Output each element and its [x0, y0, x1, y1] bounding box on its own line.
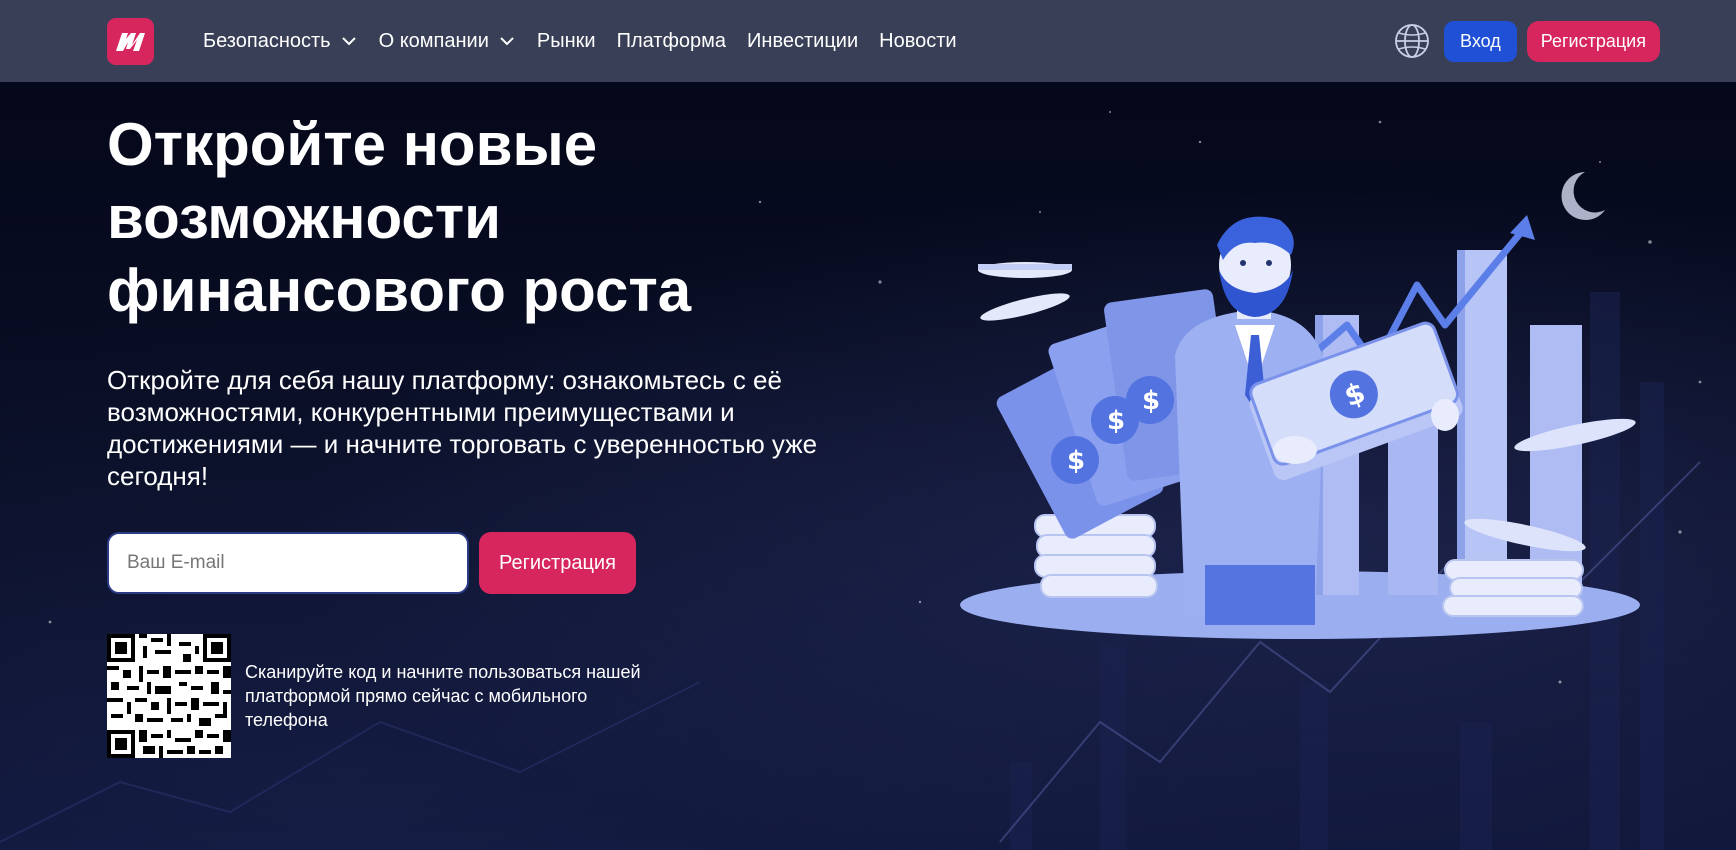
nav-item-label: Инвестиции [747, 29, 859, 52]
nav-item-about[interactable]: О компании [379, 30, 516, 53]
nav-item-label: Рынки [536, 29, 596, 52]
svg-text:$: $ [1142, 386, 1160, 416]
nav-item-markets[interactable]: Рынки [537, 30, 596, 53]
qr-code-icon [107, 634, 231, 758]
hero-register-button[interactable]: Регистрация [479, 532, 636, 594]
brand-logo[interactable] [107, 17, 154, 65]
top-header: Безопасность О компании Рынки Платформа … [0, 0, 1736, 82]
nav-item-news[interactable]: Новости [879, 30, 956, 53]
header-actions: Вход Регистрация [1394, 20, 1660, 62]
hero-title: Откройте новые возможности финансового р… [107, 108, 827, 327]
register-button[interactable]: Регистрация [1526, 20, 1660, 62]
hero-title-line: возможности [107, 184, 502, 251]
nav-item-label: Безопасность [203, 29, 331, 52]
nav-item-label: Новости [879, 29, 957, 52]
nav-item-label: О компании [378, 29, 489, 52]
qr-block: Сканируйте код и начните пользоваться на… [107, 634, 645, 758]
chevron-down-icon [341, 36, 357, 46]
svg-text:$: $ [1107, 406, 1125, 436]
hero-title-line: Откройте новые [107, 111, 598, 178]
hero-title-line: финансового роста [107, 257, 692, 324]
main-nav: Безопасность О компании Рынки Платформа … [203, 30, 978, 53]
email-field[interactable] [107, 532, 469, 594]
hero-subtitle: Откройте для себя нашу платформу: ознако… [107, 365, 818, 491]
globe-icon[interactable] [1394, 23, 1430, 59]
login-button[interactable]: Вход [1444, 20, 1517, 62]
nav-item-label: Платформа [616, 29, 727, 52]
chevron-down-icon [499, 36, 515, 46]
finance-growth-illustration: $ $ $ $ [960, 215, 1640, 639]
nav-item-investments[interactable]: Инвестиции [747, 30, 858, 53]
nav-item-security[interactable]: Безопасность [203, 30, 358, 53]
svg-text:$: $ [1067, 446, 1085, 476]
logo-mark-icon [115, 33, 145, 51]
qr-caption: Сканируйте код и начните пользоваться на… [245, 662, 641, 730]
nav-item-platform[interactable]: Платформа [617, 30, 726, 53]
signup-form: Регистрация [107, 532, 636, 594]
